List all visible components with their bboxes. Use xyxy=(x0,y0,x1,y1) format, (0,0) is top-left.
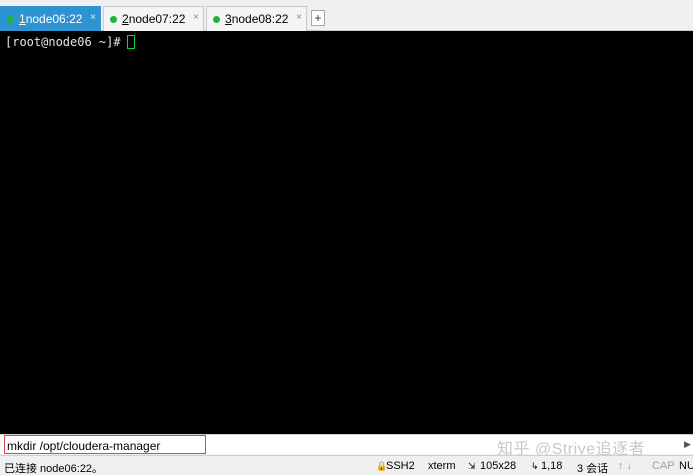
terminal-area[interactable]: [root@node06 ~]# xyxy=(0,31,693,434)
status-bar: 已连接 node06:22。 🔒 SSH2 xterm ⇲ 105x28 ↳ 1… xyxy=(0,455,693,475)
tab-node07[interactable]: 2 node07:22 × xyxy=(103,6,204,31)
compose-bar: 知乎 @Strive追逐者 ▶ xyxy=(0,434,693,458)
new-tab-button[interactable]: + xyxy=(311,10,325,26)
connected-status-icon xyxy=(110,15,117,23)
tab-label: node06:22 xyxy=(25,12,83,26)
num-lock-indicator: NU xyxy=(679,460,693,472)
tab-number: 2 xyxy=(122,12,129,26)
tab-label: node07:22 xyxy=(128,12,186,26)
resize-icon: ⇲ xyxy=(468,461,476,471)
tab-number: 3 xyxy=(225,12,232,26)
close-icon[interactable]: × xyxy=(90,12,96,23)
protocol-label: SSH2 xyxy=(386,460,415,472)
shell-prompt: [root@node06 ~]# xyxy=(5,35,121,49)
tab-bar: 1 node06:22 × 2 node07:22 × 3 node08:22 … xyxy=(0,0,693,31)
tab-label: node08:22 xyxy=(231,12,289,26)
caps-lock-indicator: CAP xyxy=(652,460,675,472)
terminal-line: [root@node06 ~]# xyxy=(5,35,135,49)
connection-status: 已连接 node06:22。 xyxy=(4,463,104,475)
close-icon[interactable]: × xyxy=(193,12,199,23)
session-count: 3 会话 xyxy=(577,463,609,475)
tab-node06[interactable]: 1 node06:22 × xyxy=(0,6,101,31)
tab-node08[interactable]: 3 node08:22 × xyxy=(206,6,307,31)
cursor-icon xyxy=(126,35,135,49)
chevron-right-icon[interactable]: ▶ xyxy=(684,439,691,450)
terminal-size: 105x28 xyxy=(480,460,517,472)
cursor-position-icon: ↳ xyxy=(531,461,539,471)
connected-status-icon xyxy=(7,15,14,23)
tab-number: 1 xyxy=(19,12,26,26)
compose-input[interactable] xyxy=(4,435,206,454)
cursor-position: 1,18 xyxy=(541,460,563,472)
connected-status-icon xyxy=(213,15,220,23)
arrow-icon: ↑ ↓ xyxy=(618,460,633,472)
close-icon[interactable]: × xyxy=(296,12,302,23)
terminal-type: xterm xyxy=(428,460,456,472)
